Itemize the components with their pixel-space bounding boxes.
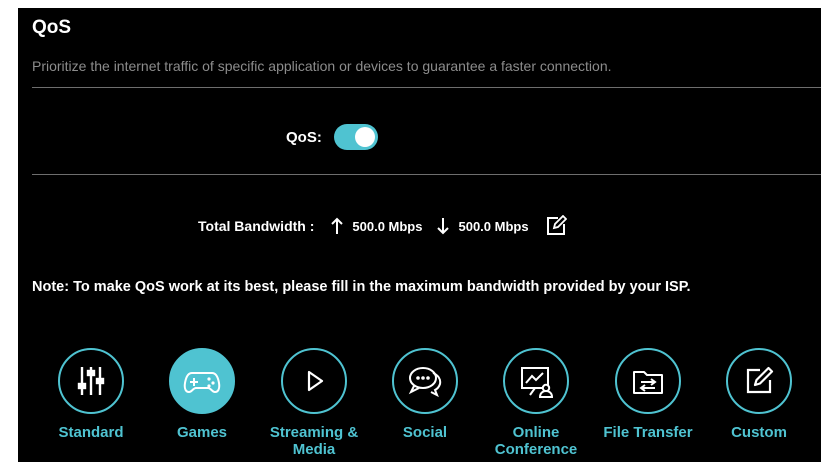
total-bandwidth-label: Total Bandwidth : bbox=[198, 218, 315, 234]
category-custom[interactable]: Custom bbox=[704, 348, 814, 441]
category-file-transfer-circle bbox=[615, 348, 681, 414]
upload-arrow-icon bbox=[331, 217, 344, 234]
qos-panel: QoS Prioritize the internet traffic of s… bbox=[18, 8, 821, 462]
category-file-transfer-label: File Transfer bbox=[603, 424, 693, 441]
category-online-conference-circle bbox=[503, 348, 569, 414]
download-bandwidth-value: 500.0 Mbps bbox=[458, 218, 529, 234]
category-streaming-media[interactable]: Streaming & Media bbox=[259, 348, 369, 458]
presentation-icon bbox=[521, 367, 554, 398]
category-games[interactable]: Games bbox=[147, 348, 257, 441]
qos-toggle[interactable] bbox=[333, 124, 378, 150]
page-title: QoS bbox=[32, 17, 72, 38]
divider-top bbox=[32, 87, 821, 88]
folder-transfer-icon bbox=[633, 371, 663, 394]
page-subtitle: Prioritize the internet traffic of speci… bbox=[32, 58, 612, 74]
category-custom-circle bbox=[726, 348, 792, 414]
category-list: Standard Games Streaming & Media Social … bbox=[18, 348, 821, 462]
category-standard[interactable]: Standard bbox=[36, 348, 146, 441]
category-streaming-media-label: Streaming & Media bbox=[269, 424, 359, 458]
category-streaming-media-circle bbox=[281, 348, 347, 414]
category-online-conference-label: Online Conference bbox=[494, 424, 578, 458]
category-standard-circle bbox=[58, 348, 124, 414]
category-games-circle bbox=[169, 348, 235, 414]
category-custom-label: Custom bbox=[731, 424, 787, 441]
category-online-conference[interactable]: Online Conference bbox=[481, 348, 591, 458]
divider-middle bbox=[32, 174, 821, 175]
gamepad-icon bbox=[183, 372, 221, 394]
category-social[interactable]: Social bbox=[370, 348, 480, 441]
category-standard-label: Standard bbox=[58, 424, 124, 441]
qos-toggle-row: QoS: bbox=[286, 124, 378, 150]
total-bandwidth-row: Total Bandwidth : 500.0 Mbps 500.0 Mbps bbox=[198, 215, 567, 237]
sliders-icon bbox=[77, 367, 105, 395]
category-games-label: Games bbox=[176, 424, 228, 441]
edit-icon bbox=[746, 366, 774, 394]
qos-toggle-label: QoS: bbox=[286, 128, 322, 146]
category-file-transfer[interactable]: File Transfer bbox=[593, 348, 703, 441]
toggle-knob bbox=[354, 127, 375, 147]
upload-bandwidth-value: 500.0 Mbps bbox=[352, 218, 423, 234]
download-arrow-icon bbox=[437, 218, 450, 235]
category-social-circle bbox=[392, 348, 458, 414]
play-icon bbox=[307, 370, 324, 392]
edit-bandwidth-icon[interactable] bbox=[545, 215, 567, 237]
category-social-label: Social bbox=[402, 424, 448, 441]
chat-bubbles-icon bbox=[408, 367, 442, 398]
isp-note: Note: To make QoS work at its best, plea… bbox=[32, 279, 691, 295]
